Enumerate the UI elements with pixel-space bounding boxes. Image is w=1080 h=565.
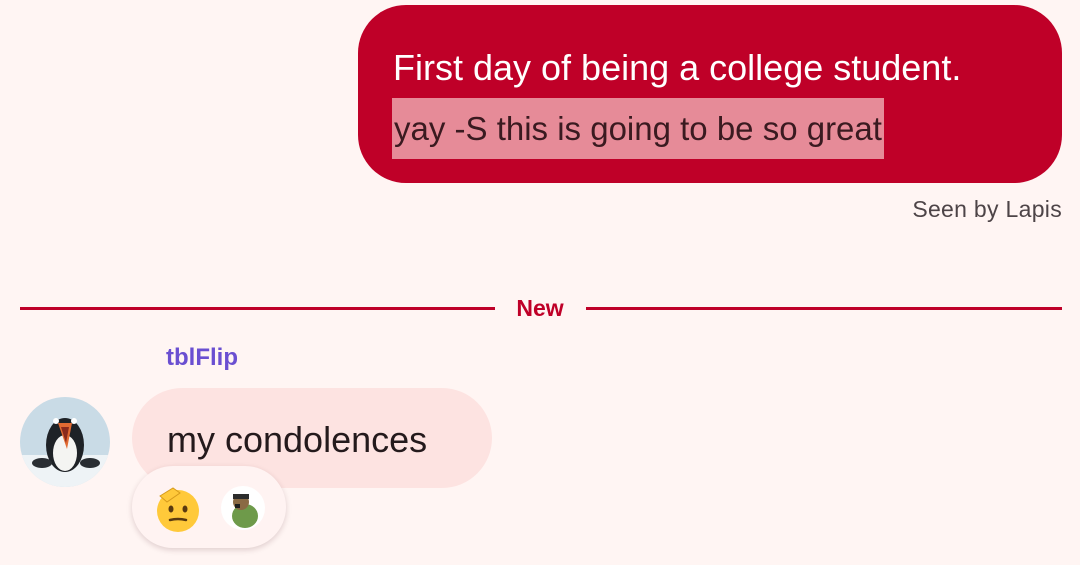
- outgoing-message-bubble[interactable]: First day of being a college student. ya…: [358, 5, 1062, 183]
- new-messages-divider: New: [516, 295, 564, 321]
- reactions-chip[interactable]: [132, 466, 286, 548]
- seen-status: Seen by Lapis: [912, 196, 1062, 222]
- saluting-face-emoji-icon[interactable]: [153, 484, 203, 534]
- reaction-user-avatar-icon[interactable]: [221, 486, 265, 530]
- sender-name[interactable]: tblFlip: [166, 344, 238, 372]
- new-divider-line-left: [20, 307, 495, 310]
- reaction-avatar-image-icon: [221, 486, 265, 530]
- penguin-avatar[interactable]: [20, 397, 110, 487]
- incoming-message-text: my condolences: [167, 419, 428, 460]
- saluting-face-icon: [157, 487, 199, 532]
- penguin-icon: [20, 397, 110, 487]
- new-divider-line-right: [586, 307, 1062, 310]
- selected-message-text[interactable]: yay -S this is going to be so great: [392, 98, 884, 159]
- outgoing-message-text: First day of being a college student.: [393, 47, 962, 88]
